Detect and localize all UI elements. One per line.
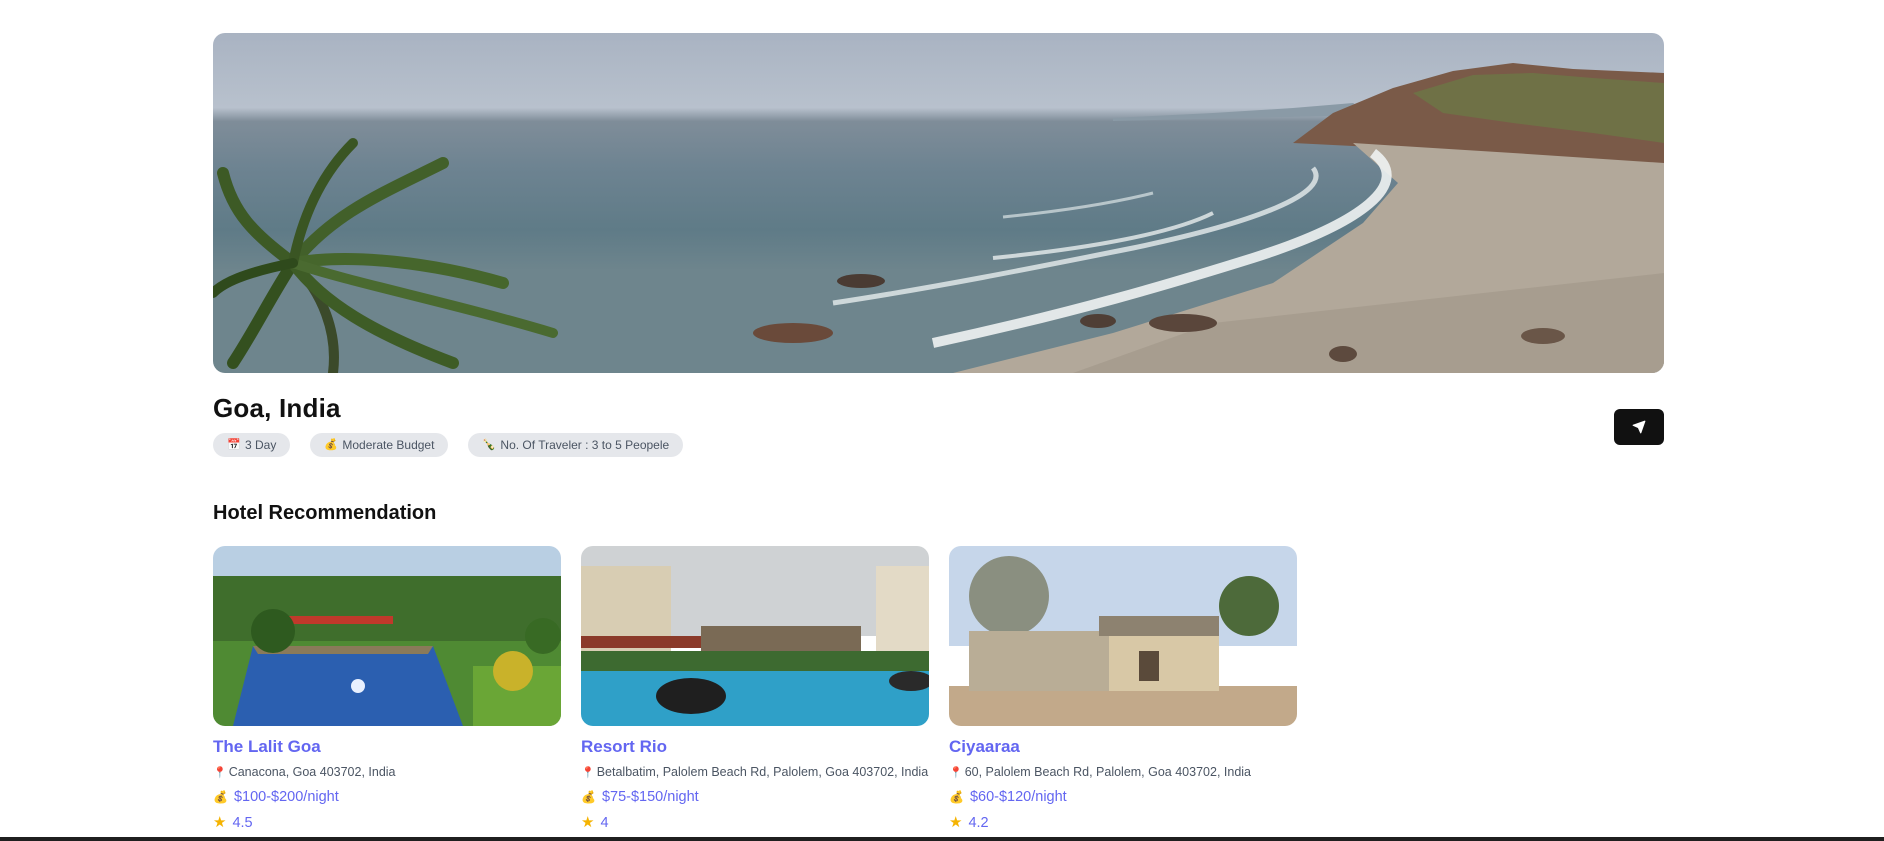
hotel-list: The Lalit Goa 📍 Canacona, Goa 403702, Ind… bbox=[213, 546, 1664, 833]
hotel-rating: ★ 4 bbox=[581, 813, 929, 833]
trip-info: Goa, India 📅 3 Day 💰 Moderate Budget 🍾 N… bbox=[213, 393, 1664, 483]
hotel-image bbox=[213, 546, 561, 726]
hotel-address: 📍 Betalbatim, Palolem Beach Rd, Palolem, … bbox=[581, 764, 929, 782]
hotel-price: 💰 $60-$120/night bbox=[949, 787, 1297, 807]
star-icon: ★ bbox=[949, 814, 963, 831]
money-bag-icon: 💰 bbox=[213, 790, 228, 804]
budget-chip: 💰 Moderate Budget bbox=[310, 433, 449, 457]
hotel-name[interactable]: The Lalit Goa bbox=[213, 736, 561, 758]
hotel-section-title: Hotel Recommendation bbox=[213, 502, 437, 524]
hotel-price: 💰 $75-$150/night bbox=[581, 787, 929, 807]
money-bag-icon: 💰 bbox=[581, 790, 596, 804]
money-bag-icon: 💰 bbox=[324, 439, 339, 451]
travelers-chip: 🍾 No. Of Traveler : 3 to 5 Peopele bbox=[468, 433, 684, 457]
hotel-address-text: Betalbatim, Palolem Beach Rd, Palolem, G… bbox=[596, 765, 929, 779]
hotel-name[interactable]: Resort Rio bbox=[581, 736, 929, 758]
hotel-address-text: Canacona, Goa 403702, India bbox=[228, 765, 396, 779]
hotel-image bbox=[581, 546, 929, 726]
days-chip: 📅 3 Day bbox=[213, 433, 291, 457]
window-bottom-edge bbox=[0, 837, 1884, 841]
hotel-price-text: $100-$200/night bbox=[233, 789, 339, 805]
star-icon: ★ bbox=[581, 814, 595, 831]
destination-title: Goa, India bbox=[213, 393, 341, 423]
pin-icon: 📍 bbox=[581, 767, 595, 779]
pin-icon: 📍 bbox=[213, 767, 227, 779]
hotel-price: 💰 $100-$200/night bbox=[213, 787, 561, 807]
hotel-rating: ★ 4.2 bbox=[949, 813, 1297, 833]
send-icon bbox=[1632, 420, 1646, 434]
hotel-rating-text: 4 bbox=[600, 815, 609, 831]
hotel-rating: ★ 4.5 bbox=[213, 813, 561, 833]
trip-view: Goa, India 📅 3 Day 💰 Moderate Budget 🍾 N… bbox=[213, 33, 1664, 833]
hotel-card[interactable]: Resort Rio 📍 Betalbatim, Palolem Beach Rd… bbox=[581, 546, 929, 833]
hotel-address: 📍 60, Palolem Beach Rd, Palolem, Goa 4037… bbox=[949, 764, 1297, 782]
pin-icon: 📍 bbox=[949, 767, 963, 779]
star-icon: ★ bbox=[213, 814, 227, 831]
hotel-price-text: $60-$120/night bbox=[969, 789, 1067, 805]
share-button[interactable] bbox=[1614, 409, 1664, 445]
trip-chips: 📅 3 Day 💰 Moderate Budget 🍾 No. Of Trave… bbox=[213, 433, 1664, 457]
calendar-icon: 📅 bbox=[227, 439, 241, 451]
hotel-price-text: $75-$150/night bbox=[601, 789, 699, 805]
money-bag-icon: 💰 bbox=[949, 790, 964, 804]
bottle-icon: 🍾 bbox=[482, 439, 497, 451]
hotel-rating-text: 4.2 bbox=[968, 815, 989, 831]
hotel-address-text: 60, Palolem Beach Rd, Palolem, Goa 40370… bbox=[964, 765, 1251, 779]
hotel-image bbox=[949, 546, 1297, 726]
hotel-rating-text: 4.5 bbox=[232, 815, 253, 831]
destination-hero-image bbox=[213, 33, 1664, 373]
budget-chip-label: Moderate Budget bbox=[342, 438, 435, 452]
hotel-card[interactable]: The Lalit Goa 📍 Canacona, Goa 403702, Ind… bbox=[213, 546, 561, 833]
hotel-card[interactable]: Ciyaaraa 📍 60, Palolem Beach Rd, Palolem,… bbox=[949, 546, 1297, 833]
hotel-address: 📍 Canacona, Goa 403702, India bbox=[213, 764, 561, 782]
days-chip-label: 3 Day bbox=[245, 438, 277, 452]
hotel-name[interactable]: Ciyaaraa bbox=[949, 736, 1297, 758]
travelers-chip-label: No. Of Traveler : 3 to 5 Peopele bbox=[500, 438, 670, 452]
